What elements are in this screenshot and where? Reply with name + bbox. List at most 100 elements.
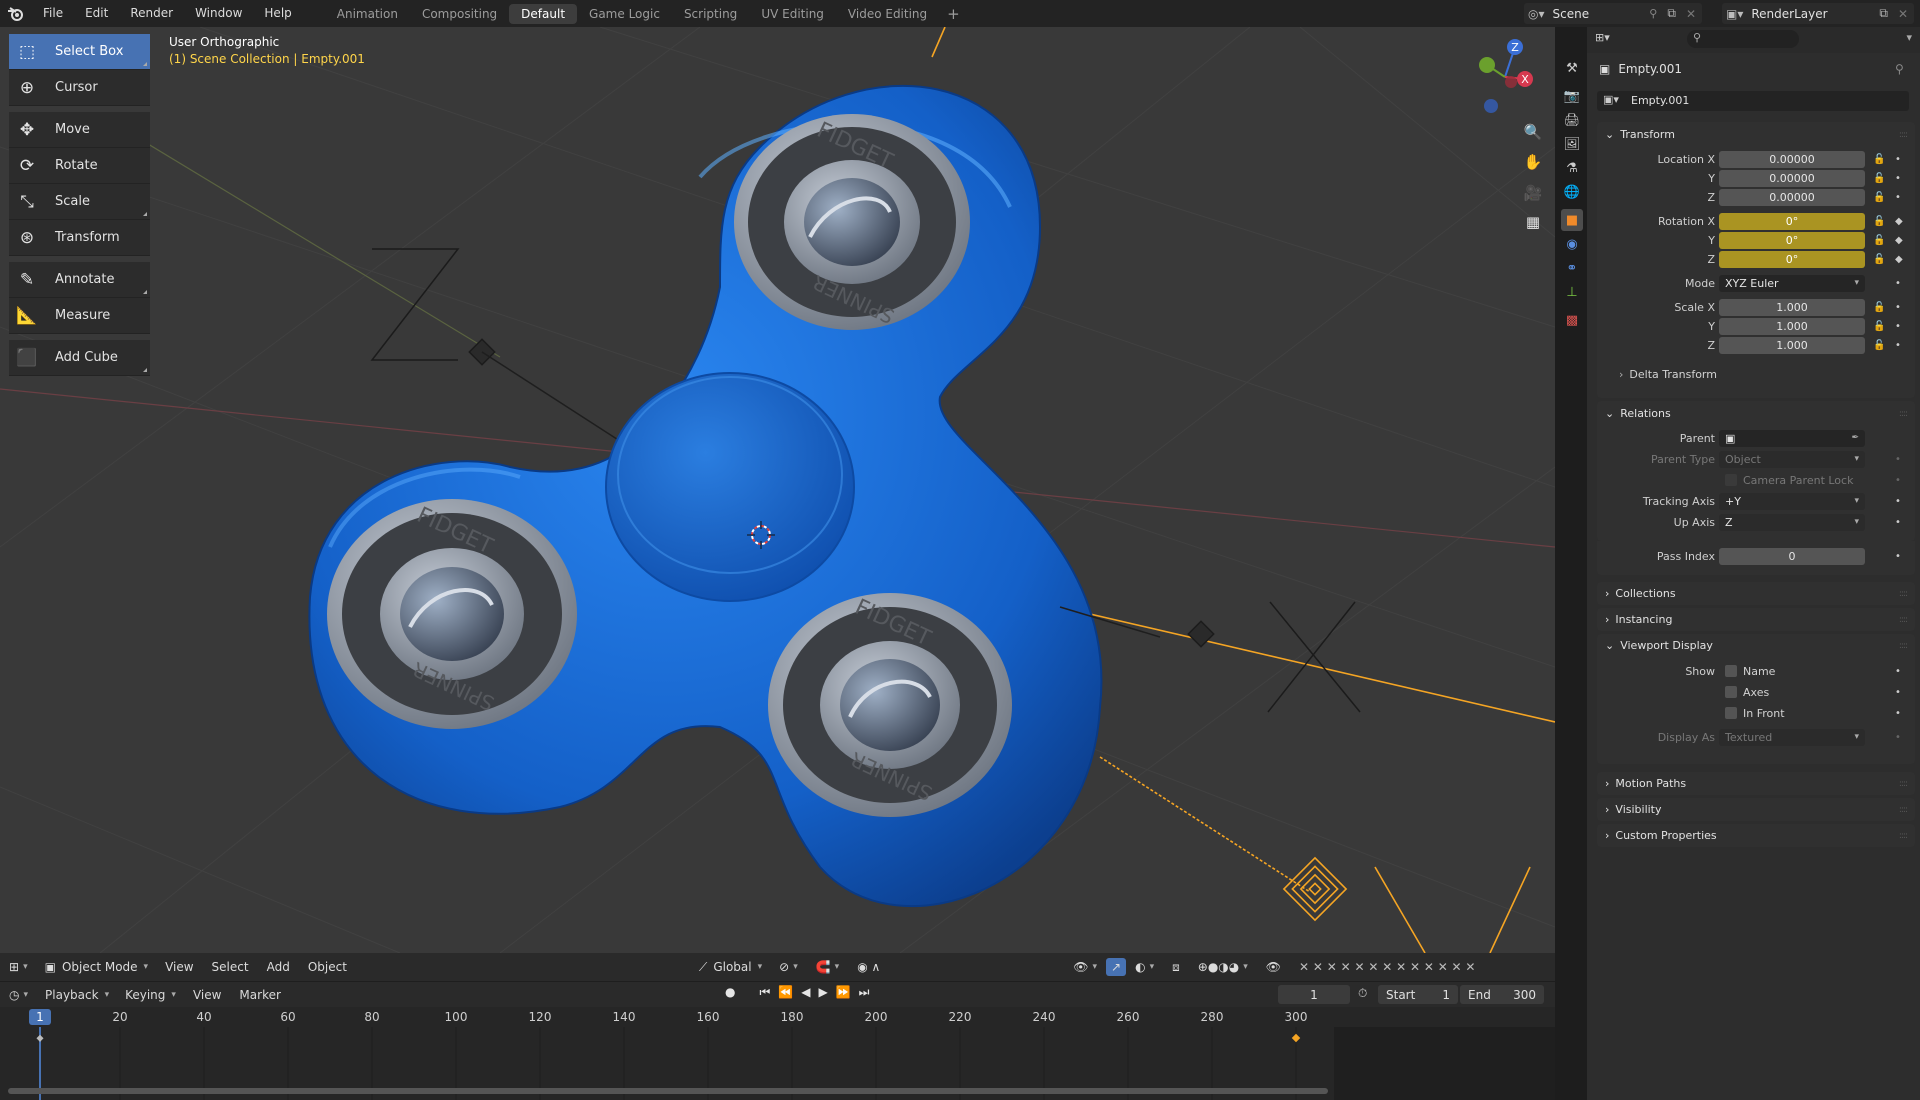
- visibility-panel[interactable]: › Visibility::::: [1597, 798, 1915, 821]
- lock-icon[interactable]: 🔓: [1873, 321, 1885, 332]
- keyframe-dot-icon[interactable]: •: [1895, 321, 1901, 332]
- keyframe-diamond-icon[interactable]: ◆: [1895, 254, 1903, 265]
- camera-view-icon[interactable]: 🎥: [1520, 180, 1546, 206]
- motion-paths-panel[interactable]: › Motion Paths::::: [1597, 772, 1915, 795]
- eye-icon[interactable]: 👁: [1257, 960, 1290, 974]
- start-frame-field[interactable]: Start 1: [1378, 985, 1458, 1004]
- drag-handle-icon[interactable]: ::::: [1899, 641, 1908, 651]
- keyframe-dot-icon[interactable]: •: [1895, 192, 1901, 203]
- hand-pan-icon[interactable]: ✋: [1520, 149, 1546, 175]
- menu-marker[interactable]: Marker: [230, 988, 289, 1002]
- world-tab-icon[interactable]: 🌐: [1561, 181, 1583, 203]
- tab-scripting[interactable]: Scripting: [672, 4, 749, 24]
- tool-move[interactable]: ✥ Move: [9, 112, 150, 148]
- navigation-gizmo[interactable]: Z X: [1465, 37, 1545, 117]
- keyframe-dot-icon[interactable]: •: [1895, 454, 1901, 465]
- stopwatch-icon[interactable]: ⏱: [1358, 986, 1367, 1001]
- rotation-mode-dropdown[interactable]: XYZ Euler ▾: [1719, 274, 1865, 292]
- location-y-field[interactable]: 0.00000: [1719, 169, 1865, 187]
- tab-uv-editing[interactable]: UV Editing: [749, 4, 836, 24]
- search-input[interactable]: ⚲: [1687, 30, 1799, 48]
- orientation-dropdown[interactable]: ⟋ Global ▾: [691, 958, 770, 977]
- delete-scene-icon[interactable]: ✕: [1686, 7, 1696, 21]
- prev-keyframe-icon[interactable]: ⏪: [778, 985, 793, 1000]
- play-icon[interactable]: ▶: [818, 985, 827, 1000]
- keyframe-dot-icon[interactable]: •: [1895, 173, 1901, 184]
- menu-help[interactable]: Help: [253, 0, 302, 27]
- view-layer-tab-icon[interactable]: 🖼: [1561, 133, 1583, 155]
- menu-timeline-view[interactable]: View: [184, 988, 230, 1002]
- lock-icon[interactable]: 🔓: [1873, 302, 1885, 313]
- lock-icon[interactable]: 🔓: [1873, 173, 1885, 184]
- scale-z-field[interactable]: 1.000: [1719, 336, 1865, 354]
- pass-index-field[interactable]: 0: [1719, 547, 1865, 565]
- location-x-field[interactable]: 0.00000: [1719, 150, 1865, 168]
- menu-edit[interactable]: Edit: [74, 0, 119, 27]
- tab-video-editing[interactable]: Video Editing: [836, 4, 939, 24]
- keyframe-dot-icon[interactable]: •: [1895, 708, 1901, 719]
- texture-tab-icon[interactable]: ▩: [1561, 309, 1583, 331]
- timeline-editor-icon[interactable]: ◷ ▾: [0, 988, 37, 1002]
- tool-add-cube[interactable]: ⬛ Add Cube: [9, 340, 150, 376]
- end-frame-field[interactable]: End 300: [1460, 985, 1544, 1004]
- rotation-z-field[interactable]: 0°: [1719, 250, 1865, 268]
- drag-handle-icon[interactable]: ::::: [1899, 615, 1908, 625]
- visibility-icon[interactable]: 👁 ▾: [1064, 960, 1106, 974]
- tab-game-logic[interactable]: Game Logic: [577, 4, 672, 24]
- keyframe-diamond-icon[interactable]: ◆: [1895, 235, 1903, 246]
- pivot-icon[interactable]: ⊘ ▾: [770, 960, 807, 974]
- keyframe-dot-icon[interactable]: •: [1895, 154, 1901, 165]
- lock-icon[interactable]: 🔓: [1873, 154, 1885, 165]
- drag-handle-icon[interactable]: ::::: [1899, 589, 1908, 599]
- constraints-tab-icon[interactable]: ⚭: [1561, 257, 1583, 279]
- menu-keying[interactable]: Keying ▾: [117, 986, 184, 1004]
- tool-select-box[interactable]: ⬚ Select Box: [9, 34, 150, 70]
- custom-properties-header[interactable]: › Custom Properties::::: [1597, 824, 1915, 847]
- instancing-header[interactable]: › Instancing::::: [1597, 608, 1915, 631]
- editor-type-icon[interactable]: ⊞▾: [0, 960, 37, 974]
- view-layer-selector[interactable]: ▣▾ RenderLayer ⧉ ✕: [1722, 3, 1914, 24]
- menu-playback[interactable]: Playback ▾: [37, 986, 117, 1004]
- collections-panel[interactable]: › Collections::::: [1597, 582, 1915, 605]
- tab-compositing[interactable]: Compositing: [410, 4, 509, 24]
- up-axis-dropdown[interactable]: Z ▾: [1719, 513, 1865, 531]
- scene-tab-icon[interactable]: ⚗: [1561, 157, 1583, 179]
- pin-icon[interactable]: ⚲: [1895, 62, 1904, 76]
- keyframe-dot-icon[interactable]: •: [1895, 278, 1901, 289]
- add-workspace-icon[interactable]: +: [939, 5, 968, 23]
- menu-view[interactable]: View: [156, 960, 202, 974]
- camera-parent-lock-checkbox[interactable]: [1725, 474, 1737, 486]
- object-data-tab-icon[interactable]: ⊥: [1561, 281, 1583, 303]
- tool-measure[interactable]: 📐 Measure: [9, 298, 150, 334]
- frame-cursor[interactable]: 1: [29, 1009, 51, 1025]
- blender-logo-icon[interactable]: [0, 0, 32, 27]
- tool-settings-tab-icon[interactable]: ⚒: [1561, 57, 1583, 79]
- lock-icon[interactable]: 🔓: [1873, 235, 1885, 246]
- tool-rotate[interactable]: ⟳ Rotate: [9, 148, 150, 184]
- drag-handle-icon[interactable]: ::::: [1899, 409, 1908, 419]
- timeline-area[interactable]: 1 20 40 60 80 100 120 140 160 180 200 22…: [0, 1007, 1555, 1100]
- new-scene-icon[interactable]: ⧉: [1667, 6, 1676, 21]
- tab-default[interactable]: Default: [509, 3, 578, 24]
- drag-handle-icon[interactable]: ::::: [1899, 831, 1908, 841]
- xray-icon[interactable]: ⧈: [1163, 960, 1189, 975]
- grid-toggle-icon[interactable]: ▦: [1520, 209, 1546, 235]
- menu-window[interactable]: Window: [184, 0, 253, 27]
- menu-render[interactable]: Render: [119, 0, 184, 27]
- relations-header[interactable]: ⌄ Relations::::: [1597, 401, 1915, 426]
- fidget-spinner[interactable]: FIDGET SPINNER FIDGET SPINNER FIDGET SPI…: [308, 84, 1103, 908]
- display-as-dropdown[interactable]: Textured ▾: [1719, 728, 1865, 746]
- lock-icon[interactable]: 🔓: [1873, 254, 1885, 265]
- parent-type-dropdown[interactable]: Object ▾: [1719, 450, 1865, 468]
- play-reverse-icon[interactable]: ◀: [801, 985, 810, 1000]
- record-icon[interactable]: ●: [725, 985, 735, 1000]
- tool-annotate[interactable]: ✎ Annotate: [9, 262, 150, 298]
- new-layer-icon[interactable]: ⧉: [1879, 6, 1888, 21]
- instancing-panel[interactable]: › Instancing::::: [1597, 608, 1915, 631]
- transform-header[interactable]: ⌄ Transform::::: [1597, 122, 1915, 147]
- timeline-scrollbar[interactable]: [8, 1088, 1328, 1094]
- drag-handle-icon[interactable]: ::::: [1899, 779, 1908, 789]
- current-frame-field[interactable]: 1: [1278, 985, 1350, 1004]
- chevron-down-icon[interactable]: ▾: [1906, 31, 1912, 44]
- visibility-header[interactable]: › Visibility::::: [1597, 798, 1915, 821]
